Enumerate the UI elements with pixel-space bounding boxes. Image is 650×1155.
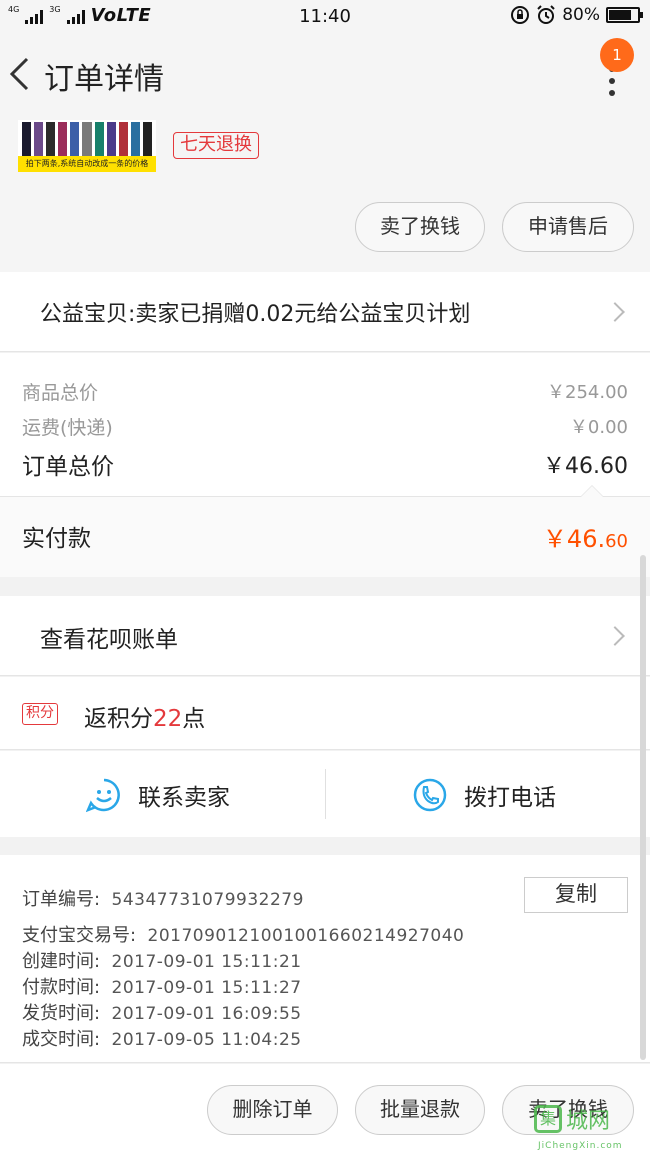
alipay-row: 支付宝交易号: 2017090121001001660214927040 (22, 921, 464, 947)
call-phone-label: 拨打电话 (464, 785, 556, 811)
points-row: 积分 返积分22点 (0, 677, 650, 750)
battery-icon (606, 7, 643, 23)
notification-badge: 1 (600, 38, 634, 72)
rotation-lock-icon (511, 6, 530, 24)
phone-icon (413, 778, 447, 812)
actual-payment-label: 实付款 (22, 526, 91, 552)
shipped-row: 发货时间: 2017-09-01 16:09:55 (22, 999, 302, 1025)
actual-payment-row: 实付款 ￥46.60 (0, 497, 650, 577)
chevron-right-icon (605, 626, 625, 646)
product-stripe (130, 122, 140, 156)
paid-time-label: 付款时间: (22, 977, 101, 998)
status-bar: 4G 3G VoLTE 11:40 80% (0, 0, 650, 34)
product-thumbnail[interactable]: 拍下两条,系统自动改成一条的价格 (18, 120, 156, 172)
bottom-action-bar: 删除订单 批量退款 卖了换钱 集 城网 JiChengXin.com (0, 1064, 650, 1155)
created-row: 创建时间: 2017-09-01 15:11:21 (22, 947, 302, 973)
order-total-value: ￥46.60 (543, 454, 628, 479)
product-stripe (106, 122, 116, 156)
back-arrow-icon[interactable] (8, 56, 30, 92)
closed-label: 成交时间: (22, 1029, 101, 1050)
goods-total-label: 商品总价 (22, 382, 99, 404)
battery-percent: 80% (562, 5, 600, 25)
order-number-row: 订单编号: 54347731079932279 (22, 885, 304, 911)
shipping-label: 运费(快递) (22, 417, 113, 439)
product-thumb-caption: 拍下两条,系统自动改成一条的价格 (18, 156, 156, 172)
product-stripe (82, 122, 92, 156)
product-stripe (118, 122, 128, 156)
site-watermark: 集 城网 JiChengXin.com (534, 1101, 644, 1151)
scrollbar[interactable] (640, 555, 646, 1060)
product-stripe (46, 122, 56, 156)
points-suffix: 点 (182, 706, 206, 732)
contact-seller-label: 联系卖家 (138, 785, 230, 811)
points-count: 22 (153, 706, 183, 732)
actual-payment-main: ￥46. (542, 525, 606, 553)
chevron-right-icon (605, 302, 625, 322)
product-stripe (94, 122, 104, 156)
order-number-label: 订单编号: (22, 889, 101, 910)
copy-button[interactable]: 复制 (524, 877, 628, 913)
created-value: 2017-09-01 15:11:21 (111, 952, 302, 972)
alipay-label: 支付宝交易号: (22, 925, 137, 946)
page-title: 订单详情 (44, 62, 164, 97)
goods-total-value: ￥254.00 (547, 382, 628, 403)
points-badge: 积分 (22, 703, 58, 725)
closed-value: 2017-09-05 11:04:25 (111, 1030, 302, 1050)
paid-time-row: 付款时间: 2017-09-01 15:11:27 (22, 973, 302, 999)
call-phone-button[interactable]: 拨打电话 (412, 773, 556, 817)
shipped-value: 2017-09-01 16:09:55 (111, 1004, 302, 1024)
product-stripe (142, 122, 153, 156)
product-section: 拍下两条,系统自动改成一条的价格 七天退换 卖了换钱 申请售后 (0, 120, 650, 272)
shipped-label: 发货时间: (22, 1003, 101, 1024)
batch-refund-button[interactable]: 批量退款 (355, 1085, 485, 1135)
nav-bar: 订单详情 1 (0, 34, 650, 120)
sell-for-cash-button[interactable]: 卖了换钱 (355, 202, 485, 252)
shipping-value: ￥0.00 (569, 417, 628, 438)
points-prefix: 返积分 (84, 706, 153, 732)
product-image-stripes (22, 122, 153, 156)
battery-fill (609, 10, 632, 20)
product-stripe (70, 122, 80, 156)
seven-day-return-tag: 七天退换 (173, 132, 259, 159)
actual-payment-value: ￥46.60 (543, 519, 628, 554)
closed-row: 成交时间: 2017-09-05 11:04:25 (22, 1025, 302, 1051)
order-number-value: 54347731079932279 (111, 890, 304, 910)
points-text: 返积分22点 (84, 699, 205, 733)
order-total-label: 订单总价 (22, 454, 114, 480)
created-label: 创建时间: (22, 951, 101, 972)
alipay-value: 2017090121001001660214927040 (147, 926, 465, 946)
paid-time-value: 2017-09-01 15:11:27 (111, 978, 302, 998)
price-summary: 商品总价 ￥254.00 运费(快递) ￥0.00 订单总价 ￥46.60 (0, 353, 650, 497)
after-sale-button[interactable]: 申请售后 (502, 202, 634, 252)
delete-order-button[interactable]: 删除订单 (207, 1085, 338, 1135)
product-stripe (22, 122, 32, 156)
charity-text: 公益宝贝:卖家已捐赠0.02元给公益宝贝计划 (40, 302, 471, 327)
product-stripe (34, 122, 44, 156)
watermark-url: JiChengXin.com (538, 1141, 623, 1151)
contact-seller-button[interactable]: 联系卖家 (86, 773, 230, 817)
status-icons: 80% (510, 5, 643, 25)
product-stripe (58, 122, 68, 156)
price-pointer (580, 485, 604, 497)
charity-row[interactable]: 公益宝贝:卖家已捐赠0.02元给公益宝贝计划 (0, 272, 650, 352)
huabei-bill-row[interactable]: 查看花呗账单 (0, 596, 650, 676)
contact-divider (325, 769, 326, 819)
contact-row: 联系卖家 拨打电话 (0, 751, 650, 837)
huabei-bill-text: 查看花呗账单 (40, 627, 178, 653)
watermark-text: 城网 (566, 1109, 611, 1134)
watermark-logo: 集 (534, 1105, 562, 1133)
alarm-icon (537, 5, 555, 24)
chat-face-icon (86, 778, 120, 813)
actual-payment-decimal: 60 (605, 531, 628, 552)
order-info: 订单编号: 54347731079932279 复制 支付宝交易号: 20170… (0, 855, 650, 1063)
